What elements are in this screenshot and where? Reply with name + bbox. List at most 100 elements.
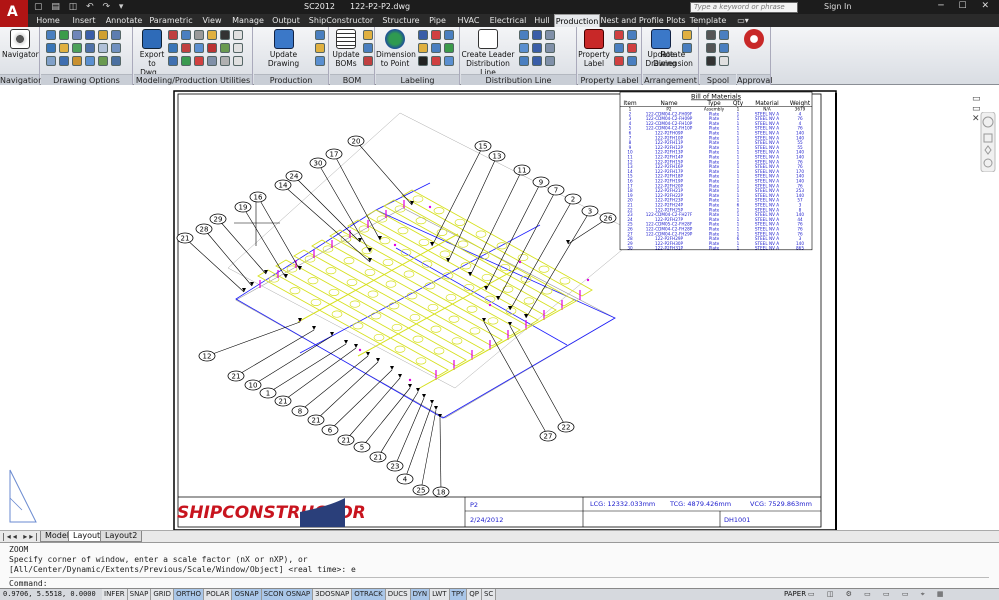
vcg-value: VCG: 7529.863mm <box>750 500 812 508</box>
tab-production[interactable]: Production <box>554 14 600 27</box>
dimension-to-point-button[interactable]: Dimension to Point <box>376 29 416 68</box>
tab-pipe[interactable]: Pipe <box>424 14 451 27</box>
ribbon-toggle-icon[interactable]: ▭▾ <box>736 14 750 27</box>
toggle-lwt[interactable]: LWT <box>430 589 450 600</box>
tab-manage[interactable]: Manage <box>228 14 268 27</box>
balloon-number: 17 <box>330 151 339 159</box>
navigator-icon <box>10 29 30 49</box>
bom-icon <box>336 29 356 49</box>
sign-in-button[interactable]: Sign In <box>824 2 851 11</box>
tab-insert[interactable]: Insert <box>66 14 102 27</box>
toggle-polar[interactable]: POLAR <box>204 589 233 600</box>
distribution-tools[interactable] <box>519 30 555 66</box>
tab-hvac[interactable]: HVAC <box>451 14 486 27</box>
toggle-grid[interactable]: GRID <box>151 589 175 600</box>
tab-home[interactable]: Home <box>30 14 66 27</box>
drawing-date: 2/24/2012 <box>470 516 503 524</box>
property-label-button[interactable]: Property Label <box>578 29 610 68</box>
toggle-scon-osnap[interactable]: SCON OSNAP <box>261 589 314 600</box>
ribbon-tab-bar: Home Insert Annotate Parametric View Manage Ou… <box>28 14 999 27</box>
layout-tab-bar: |◂◂ ▸▸| Model Layout1 Layout2 <box>0 530 999 542</box>
tab-hull[interactable]: Hull <box>530 14 554 27</box>
toggle-ducs[interactable]: DUCS <box>385 589 411 600</box>
layout-nav-arrows[interactable]: |◂◂ ▸▸| <box>2 532 40 541</box>
toggle-infer[interactable]: INFER <box>102 589 128 600</box>
balloon-number: 13 <box>493 153 502 161</box>
tab-electrical[interactable]: Electrical <box>486 14 530 27</box>
bom-cell: 122-P2FH31P <box>655 246 684 251</box>
navigator-button[interactable]: Navigator <box>2 29 39 59</box>
rotate-dimension-button[interactable]: Rotate Dimension <box>643 29 703 68</box>
update-drawing-button[interactable]: Update Drawing <box>256 29 311 68</box>
magenta-marker <box>428 205 432 209</box>
balloon-number: 6 <box>328 427 333 435</box>
bom-cell: 30 <box>627 246 633 251</box>
panel-title: Labeling <box>376 74 459 85</box>
panel-title: Distribution Line <box>461 74 576 85</box>
window-controls[interactable]: ─ ☐ ✕ <box>938 1 995 11</box>
toggle-snap[interactable]: SNAP <box>127 589 152 600</box>
balloon-number: 25 <box>417 487 426 495</box>
approval-button[interactable] <box>744 29 764 50</box>
balloon-number: 10 <box>249 382 258 390</box>
workspace-name: SC2012 <box>304 2 336 11</box>
bom-cell: STEEL NV A <box>755 246 779 251</box>
toggle-sc[interactable]: SC <box>481 589 497 600</box>
balloon-number: 14 <box>279 182 288 190</box>
drawing-number: DH1001 <box>724 516 750 524</box>
balloon-number: 1 <box>266 390 270 398</box>
tab-annotate[interactable]: Annotate <box>102 14 146 27</box>
panel-title: Arrangement <box>643 74 698 85</box>
rotate-dimension-icon <box>663 29 683 49</box>
balloon-number: 18 <box>437 489 446 497</box>
navigation-bar[interactable] <box>980 112 996 172</box>
search-input[interactable]: Type a keyword or phrase <box>690 2 798 13</box>
balloon-number: 24 <box>290 173 299 181</box>
lcg-value: LCG: 12332.033mm <box>590 500 655 508</box>
drawing-canvas[interactable]: 20 15 13 17 30 24 14 11 9 7 2 3 26 16 19 29 28 21 12 21 10 1 2… <box>0 86 999 531</box>
panel-drawing-options: Drawing Options <box>41 27 133 85</box>
tab-shipconstructor[interactable]: ShipConstructor <box>304 14 378 27</box>
command-input[interactable]: Command: <box>9 577 989 588</box>
labeling-tools[interactable] <box>418 30 454 66</box>
update-boms-button[interactable]: Update BOMs <box>331 29 361 68</box>
panel-production-utilities: Update Drawing Production Utilities <box>254 27 329 96</box>
quick-access-toolbar[interactable]: ▢ ▤ ◫ ↶ ↷ ▾ <box>34 2 126 12</box>
toggle-dyn[interactable]: DYN <box>410 589 431 600</box>
tab-nest-and-profile-plots[interactable]: Nest and Profile Plots <box>600 14 686 27</box>
layout-tab-layout2[interactable]: Layout2 <box>100 531 143 542</box>
export-to-dwg-button[interactable]: Export to Dwg... <box>137 29 167 77</box>
approval-icon <box>744 29 764 49</box>
toggle-3dosnap[interactable]: 3DOSNAP <box>313 589 353 600</box>
spool-tools[interactable] <box>706 30 729 66</box>
modeling-tools[interactable] <box>168 30 243 66</box>
create-leader-distribution-line-button[interactable]: Create Leader Distribution Line <box>461 29 515 77</box>
tab-parametric[interactable]: Parametric <box>146 14 196 27</box>
toggle-osnap[interactable]: OSNAP <box>232 589 262 600</box>
toggle-otrack[interactable]: OTRACK <box>352 589 386 600</box>
drawing-svg: 2015131730241411972326161929282112211012… <box>9 90 837 531</box>
application-menu-button[interactable]: A <box>0 0 28 27</box>
status-tray-icons[interactable]: ▭ ◫ ⚙ ▭ ▭ ▭ ⌖ ▦ <box>808 590 948 599</box>
balloon-number: 28 <box>200 226 209 234</box>
toggle-ortho[interactable]: ORTHO <box>174 589 204 600</box>
drawing-options-tools[interactable] <box>46 30 121 66</box>
bom-tools[interactable] <box>363 30 373 66</box>
production-tools[interactable] <box>315 30 325 66</box>
paper-model-toggle[interactable]: PAPER <box>784 590 806 598</box>
tab-template[interactable]: Template <box>686 14 730 27</box>
magenta-marker <box>488 303 492 307</box>
magenta-marker <box>518 260 522 264</box>
balloon-number: 19 <box>239 204 248 212</box>
tab-view[interactable]: View <box>196 14 228 27</box>
tab-output[interactable]: Output <box>268 14 304 27</box>
property-label-tools[interactable] <box>614 30 637 66</box>
toggle-qp[interactable]: QP <box>467 589 482 600</box>
balloon-number: 16 <box>254 194 263 202</box>
tab-structure[interactable]: Structure <box>378 14 424 27</box>
balloon-number: 8 <box>298 408 302 416</box>
toggle-tpy[interactable]: TPY <box>449 589 468 600</box>
export-icon <box>142 29 162 49</box>
balloon-number: 11 <box>518 167 527 175</box>
bom-title: Bill of Materials <box>691 93 742 101</box>
